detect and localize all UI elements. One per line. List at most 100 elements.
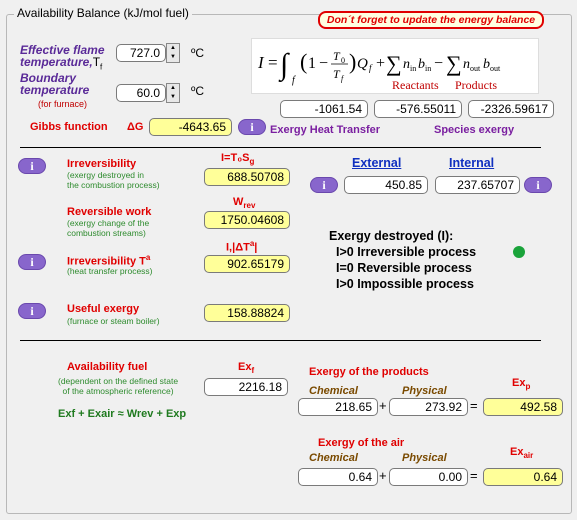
products-physical-field: 273.92	[389, 398, 468, 416]
products-total-symbol: Exp	[512, 377, 530, 391]
irreversibility-t-formula-end: |	[254, 241, 258, 254]
irreversibility-label: Irreversibility	[67, 158, 137, 170]
exergy-destroyed-line2: I=0 Reversible process	[336, 261, 472, 275]
svg-text:f: f	[292, 75, 296, 86]
products-physical-label: Physical	[402, 385, 447, 397]
flame-temp-label: Effective flame temperature,Tf	[20, 44, 105, 73]
svg-text:T: T	[333, 67, 341, 81]
flame-temp-input[interactable]: 727.0	[116, 44, 166, 62]
air-total-symbol: Exair	[510, 446, 533, 460]
equation-svg: I = ∫ f ( 1 − T0 Tf ) Qf + ∑ n in b in − ∑…	[257, 48, 501, 92]
air-exergy-title: Exergy of the air	[318, 437, 405, 449]
svg-text:(: (	[300, 49, 307, 74]
svg-text:1: 1	[308, 55, 316, 72]
irreversibility-t-value-field: 902.65179	[204, 255, 290, 273]
info-icon: i	[322, 178, 326, 192]
svg-text:∫: ∫	[278, 48, 290, 83]
info-icon: i	[30, 255, 34, 269]
svg-text:in: in	[425, 64, 431, 73]
availability-fuel-desc-line2: of the atmospheric reference)	[62, 385, 174, 396]
external-link[interactable]: External	[352, 156, 401, 170]
svg-text:Q: Q	[357, 56, 368, 72]
svg-text:out: out	[470, 64, 481, 73]
products-total-symbol-sub: p	[525, 382, 531, 392]
flame-temp-unit: ºC	[191, 46, 205, 60]
flame-temp-spinner[interactable]: ▲ ▼	[166, 43, 180, 63]
info-icon: i	[30, 304, 34, 318]
exergy-equation: I = ∫ f ( 1 − T0 Tf ) Qf + ∑ n in b in − ∑…	[251, 38, 539, 94]
divider-bottom	[20, 340, 541, 341]
gibbs-info-button[interactable]: i	[238, 119, 266, 135]
availability-fuel-label: Availability fuel	[67, 361, 148, 373]
irreversibility-info-button[interactable]: i	[18, 158, 46, 174]
reversible-work-symbol: Wrev	[233, 196, 255, 210]
availability-fuel-symbol-text: Ex	[238, 361, 252, 373]
irreversibility-t-info-button[interactable]: i	[18, 254, 46, 270]
species-exergy-label: Species exergy	[434, 124, 515, 136]
info-icon: i	[30, 159, 34, 173]
useful-exergy-value-field: 158.88824	[204, 304, 290, 322]
svg-text:∑: ∑	[386, 51, 402, 76]
irreversibility-formula-text: I=T₀S	[221, 152, 250, 164]
reversible-work-desc-line2: combustion streams)	[67, 227, 146, 238]
products-total-symbol-text: Ex	[512, 377, 526, 389]
info-icon: i	[250, 120, 254, 134]
svg-text:n: n	[403, 57, 410, 72]
exergy-heat-transfer-label: Exergy Heat Transfer	[270, 124, 381, 136]
boundary-temp-input[interactable]: 60.0	[116, 84, 166, 102]
exergy-destroyed-line1: I>0 Irreversible process	[336, 245, 477, 259]
flame-temp-label-text: temperature,	[20, 55, 93, 69]
reversible-work-desc: (exergy change of the combustion streams…	[67, 218, 149, 238]
svg-text:in: in	[410, 64, 416, 73]
reversible-work-symbol-text: W	[233, 196, 244, 208]
spin-down-icon[interactable]: ▼	[167, 53, 179, 62]
availability-fuel-symbol: Exf	[238, 361, 254, 375]
air-chemical-field: 0.64	[298, 468, 378, 486]
reversible-work-label: Reversible work	[67, 206, 152, 218]
flame-temp-symbol: T	[92, 55, 101, 69]
spin-up-icon[interactable]: ▲	[167, 84, 179, 93]
svg-text:b: b	[418, 57, 425, 72]
air-total-symbol-text: Ex	[510, 446, 524, 458]
irreversibility-desc: (exergy destroyed in the combustion proc…	[67, 170, 160, 190]
svg-text:I: I	[257, 53, 265, 72]
products-label: Products	[455, 78, 497, 92]
reversible-work-symbol-sub: rev	[243, 201, 256, 211]
internal-link[interactable]: Internal	[449, 156, 494, 170]
divider-top	[20, 147, 541, 148]
svg-text:∑: ∑	[446, 51, 462, 76]
boundary-temp-sublabel: (for furnace)	[38, 99, 88, 109]
boundary-temp-spinner[interactable]: ▲ ▼	[166, 83, 180, 103]
air-physical-label: Physical	[402, 452, 447, 464]
irreversibility-t-formula: I,|ΔTa|	[226, 239, 257, 254]
exergy-destroyed-legend: Exergy destroyed (I): I>0 Irreversible p…	[329, 228, 476, 292]
svg-text:f: f	[341, 74, 345, 83]
useful-exergy-info-button[interactable]: i	[18, 303, 46, 319]
svg-text:f: f	[369, 63, 373, 73]
svg-text:T: T	[333, 49, 341, 63]
flame-temp-sub: f	[100, 62, 103, 72]
irreversibility-t-desc: (heat transfer process)	[67, 266, 153, 276]
equals-sign: =	[470, 398, 478, 413]
products-chemical-label: Chemical	[309, 385, 358, 397]
spin-down-icon[interactable]: ▼	[167, 93, 179, 102]
availability-fuel-desc: (dependent on the defined state of the a…	[58, 376, 178, 396]
irreversibility-t-formula-text: I,|ΔT	[226, 241, 250, 254]
air-total-symbol-sub: air	[523, 451, 534, 461]
reactants-label: Reactants	[392, 78, 439, 92]
boundary-temp-label-line2: temperature	[20, 83, 90, 97]
irreversibility-t-label-sup: a	[145, 253, 151, 262]
external-info-button[interactable]: i	[310, 177, 338, 193]
availability-fuel-value-field: 2216.18	[204, 378, 288, 396]
air-chemical-label: Chemical	[309, 452, 358, 464]
gibbs-symbol: ΔG	[127, 121, 144, 133]
availability-fuel-symbol-sub: f	[251, 366, 255, 376]
reactants-term-field: -576.55011	[374, 100, 462, 118]
air-physical-field: 0.00	[389, 468, 468, 486]
svg-text:−: −	[434, 55, 443, 72]
exergy-balance-equation: Exf + Exair ≈ Wrev + Exp	[58, 408, 187, 420]
svg-text:+: +	[376, 55, 385, 72]
internal-info-button[interactable]: i	[524, 177, 552, 193]
spin-up-icon[interactable]: ▲	[167, 44, 179, 53]
update-energy-balance-warning: Don´t forget to update the energy balanc…	[318, 11, 544, 29]
